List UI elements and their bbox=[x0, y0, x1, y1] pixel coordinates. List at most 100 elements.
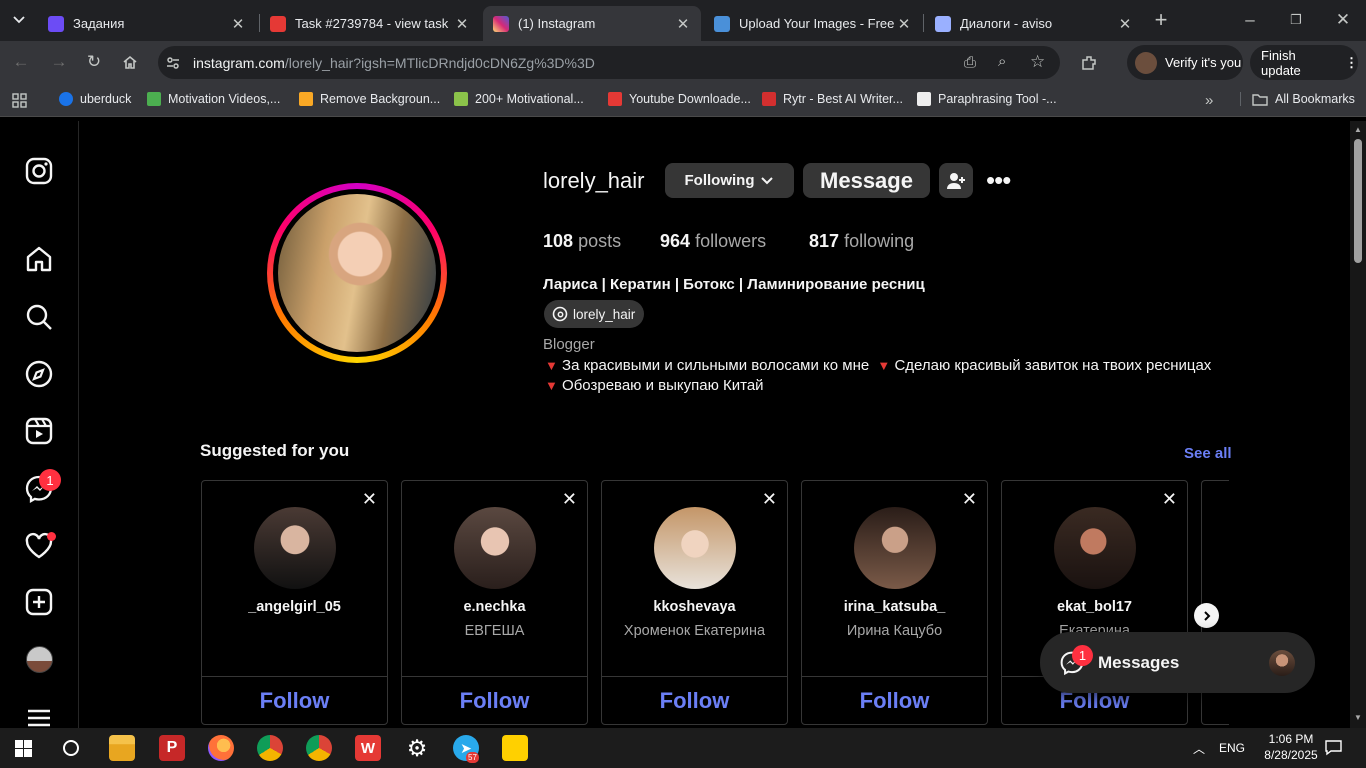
scroll-up-arrow[interactable]: ▲ bbox=[1354, 125, 1362, 134]
instagram-logo-icon[interactable] bbox=[24, 156, 54, 186]
tab-aviso[interactable]: Диалоги - aviso ✕ bbox=[925, 6, 1143, 41]
suggestion-username[interactable]: kkoshevaya bbox=[602, 599, 787, 615]
dismiss-close-icon[interactable]: ✕ bbox=[1162, 489, 1177, 510]
suggestion-username[interactable]: irina_katsuba_ bbox=[802, 599, 987, 615]
bookmark-item[interactable]: uberduck bbox=[59, 92, 131, 106]
follow-button[interactable]: Follow bbox=[202, 676, 387, 725]
bookmark-item[interactable]: 200+ Motivational... bbox=[454, 92, 584, 106]
tab-favicon bbox=[714, 15, 730, 32]
reels-icon[interactable] bbox=[24, 416, 54, 446]
messages-panel[interactable]: 1 Messages bbox=[1040, 632, 1315, 693]
follow-button[interactable]: Follow bbox=[602, 676, 787, 725]
bookmark-star-icon[interactable]: ☆ bbox=[1030, 52, 1045, 72]
back-icon[interactable]: ← bbox=[8, 49, 34, 75]
home-icon[interactable] bbox=[24, 244, 54, 274]
scrollbar-thumb[interactable] bbox=[1354, 139, 1362, 263]
suggestion-card: ✕ irina_katsuba_ Ирина Кацубо Follow bbox=[801, 480, 988, 725]
dismiss-close-icon[interactable]: ✕ bbox=[362, 489, 377, 510]
suggestion-card: ✕ e.nechka ЕВГЕША Follow bbox=[401, 480, 588, 725]
close-icon[interactable]: ✕ bbox=[230, 15, 246, 33]
url-path: /lorely_hair?igsh=MTlicDRndjd0cDN6Zg%3D%… bbox=[284, 54, 595, 71]
browser-tab-bar: Задания ✕ Task #2739784 - view task ✕ (1… bbox=[0, 0, 1366, 41]
suggestion-avatar[interactable] bbox=[1054, 507, 1136, 589]
reload-icon[interactable]: ↻ bbox=[81, 49, 107, 75]
restore-icon[interactable]: ❐ bbox=[1283, 7, 1309, 33]
new-tab-icon[interactable]: + bbox=[1148, 7, 1174, 33]
page-scrollbar[interactable]: ▲ ▼ bbox=[1350, 121, 1366, 728]
bookmark-item[interactable]: Youtube Downloade... bbox=[608, 92, 751, 106]
file-explorer-icon[interactable] bbox=[109, 735, 135, 761]
tab-search-icon[interactable] bbox=[6, 7, 32, 33]
close-icon[interactable]: ✕ bbox=[1117, 15, 1133, 33]
tray-chevron-up-icon[interactable]: ︿ bbox=[1193, 740, 1205, 757]
install-app-icon[interactable]: ⎙ bbox=[964, 54, 976, 71]
menu-dots-icon[interactable]: ⋮ bbox=[1345, 55, 1358, 71]
follow-button[interactable]: Follow bbox=[802, 676, 987, 725]
more-bookmarks-icon[interactable]: » bbox=[1205, 92, 1213, 109]
suggestion-avatar[interactable] bbox=[854, 507, 936, 589]
firefox-icon[interactable] bbox=[208, 735, 234, 761]
windows-start-icon[interactable] bbox=[15, 740, 32, 757]
message-button[interactable]: Message bbox=[803, 163, 930, 198]
profile-picture-story-ring[interactable] bbox=[267, 183, 447, 363]
tab-instagram[interactable]: (1) Instagram ✕ bbox=[483, 6, 701, 41]
extensions-icon[interactable] bbox=[1076, 50, 1102, 76]
following-link[interactable]: 817 following bbox=[809, 231, 914, 252]
close-icon[interactable]: ✕ bbox=[896, 15, 912, 33]
psiphon-icon[interactable]: P bbox=[159, 735, 185, 761]
chrome-profile-icon[interactable] bbox=[257, 735, 283, 761]
threads-badge[interactable]: lorely_hair bbox=[544, 300, 645, 328]
cortana-search-icon[interactable] bbox=[63, 740, 79, 756]
suggestion-username[interactable]: ekat_bol17 bbox=[1002, 599, 1187, 615]
express-app-icon[interactable] bbox=[502, 735, 528, 761]
followers-link[interactable]: 964 followers bbox=[660, 231, 766, 252]
bookmark-item[interactable]: Paraphrasing Tool -... bbox=[917, 92, 1057, 106]
close-icon[interactable]: ✕ bbox=[675, 15, 691, 33]
bookmark-item[interactable]: Motivation Videos,... bbox=[147, 92, 280, 106]
suggestion-username[interactable]: _angelgirl_05 bbox=[202, 599, 387, 615]
wps-office-icon[interactable]: W bbox=[355, 735, 381, 761]
home-icon[interactable] bbox=[117, 49, 143, 75]
dismiss-close-icon[interactable]: ✕ bbox=[762, 489, 777, 510]
language-indicator[interactable]: ENG bbox=[1219, 741, 1245, 755]
settings-gear-icon[interactable]: ⚙ bbox=[404, 735, 430, 761]
create-plus-icon[interactable] bbox=[24, 587, 54, 617]
search-icon[interactable] bbox=[24, 302, 54, 332]
tab-upload-images[interactable]: Upload Your Images - Free I ✕ bbox=[704, 6, 922, 41]
address-bar[interactable]: instagram.com/lorely_hair?igsh=MTlicDRnd… bbox=[158, 46, 1060, 79]
bookmark-item[interactable]: Rytr - Best AI Writer... bbox=[762, 92, 903, 106]
options-dots-icon[interactable]: ••• bbox=[986, 167, 1011, 193]
all-bookmarks-button[interactable]: All Bookmarks bbox=[1240, 92, 1355, 106]
finish-update-button[interactable]: Finish update ⋮ bbox=[1250, 45, 1358, 80]
notification-center-icon[interactable] bbox=[1325, 739, 1342, 756]
minimize-icon[interactable]: – bbox=[1237, 7, 1263, 33]
zoom-icon[interactable]: ⌕ bbox=[998, 53, 1006, 70]
bookmark-item[interactable]: Remove Backgroun... bbox=[299, 92, 440, 106]
suggestion-avatar[interactable] bbox=[254, 507, 336, 589]
scroll-down-arrow[interactable]: ▼ bbox=[1354, 713, 1362, 722]
close-window-icon[interactable]: ✕ bbox=[1330, 7, 1356, 33]
close-icon[interactable]: ✕ bbox=[454, 15, 470, 33]
carousel-next-button[interactable] bbox=[1194, 603, 1219, 628]
chrome-icon[interactable] bbox=[306, 735, 332, 761]
apps-grid-icon[interactable] bbox=[12, 93, 27, 108]
profile-avatar[interactable] bbox=[26, 646, 53, 673]
dismiss-close-icon[interactable]: ✕ bbox=[962, 489, 977, 510]
suggest-people-button[interactable] bbox=[939, 163, 973, 198]
tab-task[interactable]: Task #2739784 - view task ✕ bbox=[260, 6, 480, 41]
suggestion-avatar[interactable] bbox=[454, 507, 536, 589]
site-info-icon[interactable] bbox=[165, 55, 181, 71]
clock-date[interactable]: 8/28/2025 bbox=[1258, 748, 1324, 762]
suggestion-username[interactable]: e.nechka bbox=[402, 599, 587, 615]
follow-button[interactable]: Follow bbox=[402, 676, 587, 725]
verify-profile-button[interactable]: Verify it's you bbox=[1127, 45, 1243, 80]
forward-icon[interactable]: → bbox=[46, 49, 72, 75]
suggestion-avatar[interactable] bbox=[654, 507, 736, 589]
clock-time[interactable]: 1:06 PM bbox=[1262, 732, 1320, 746]
see-all-link[interactable]: See all bbox=[1184, 445, 1232, 462]
dismiss-close-icon[interactable]: ✕ bbox=[562, 489, 577, 510]
following-button[interactable]: Following bbox=[665, 163, 794, 198]
explore-compass-icon[interactable] bbox=[24, 359, 54, 389]
instagram-favicon bbox=[493, 15, 509, 32]
tab-zadaniya[interactable]: Задания ✕ bbox=[38, 6, 256, 41]
